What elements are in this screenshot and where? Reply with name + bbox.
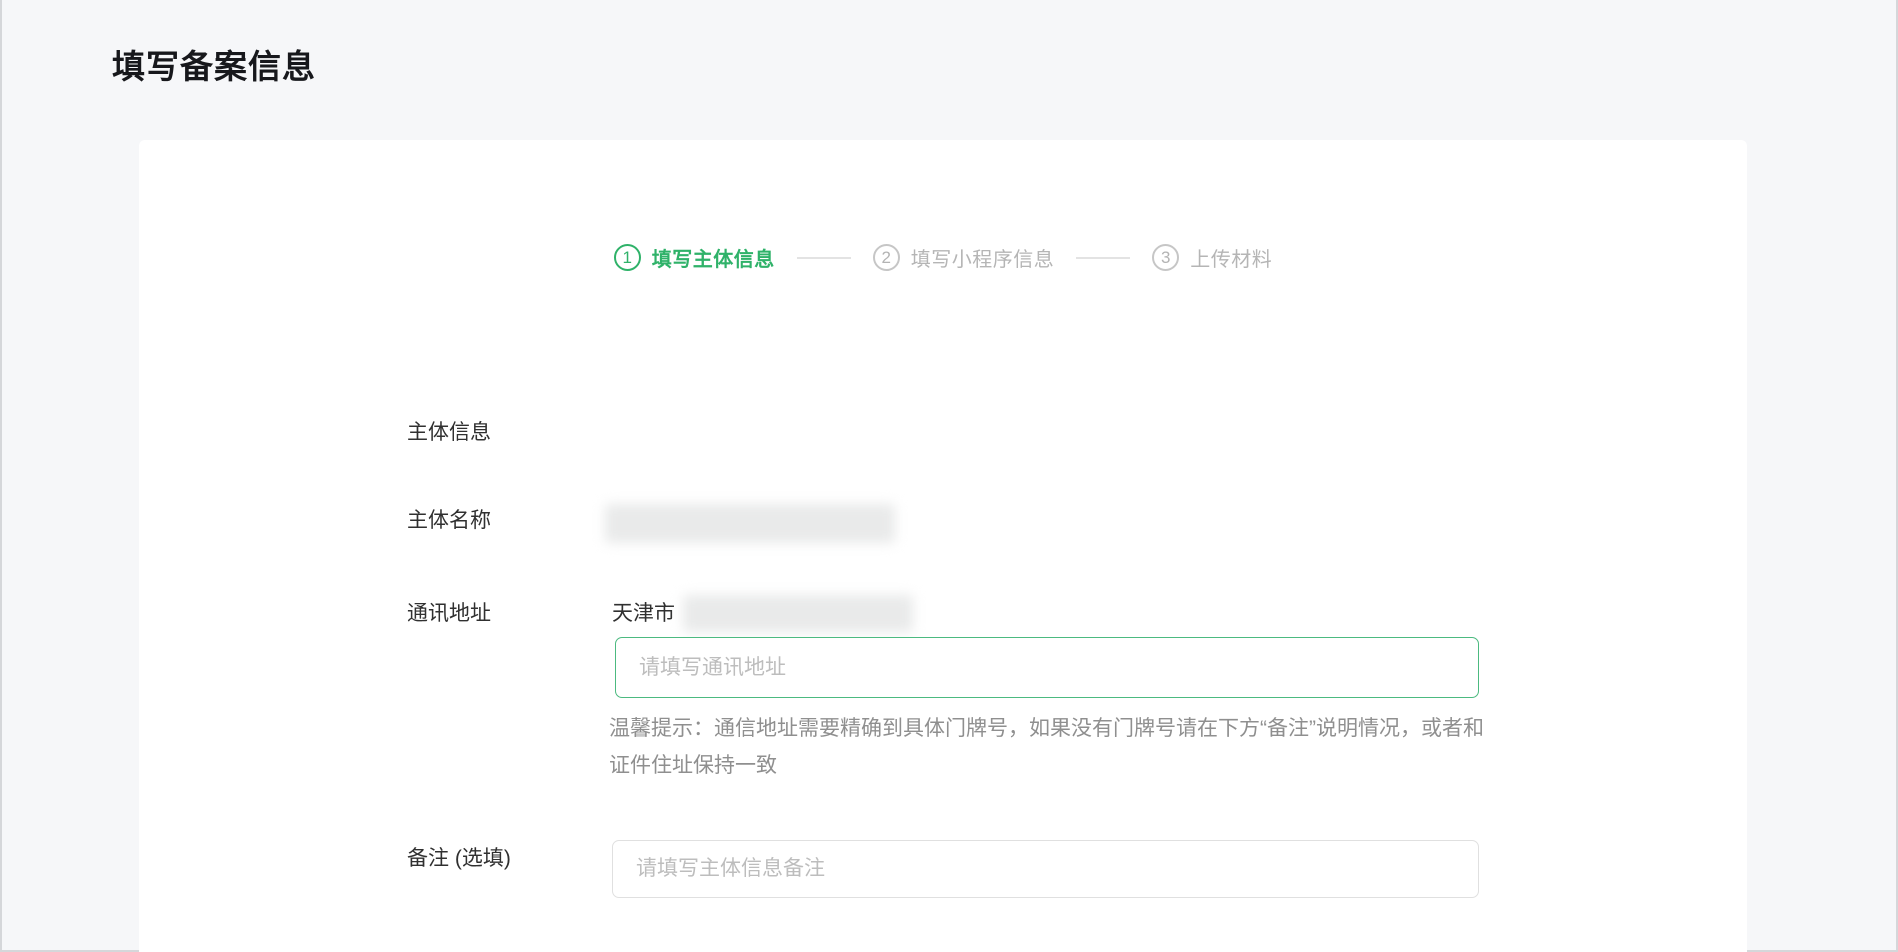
subject-name-label: 主体名称 [407, 506, 491, 536]
step-2-label: 填写小程序信息 [911, 243, 1055, 272]
step-2-number-badge: 2 [873, 244, 900, 271]
remark-label: 备注 (选填) [407, 844, 511, 874]
subject-name-redacted-value [605, 504, 895, 543]
contact-address-label: 通讯地址 [407, 599, 491, 629]
stepper: 1 填写主体信息 2 填写小程序信息 3 上传材料 [139, 243, 1747, 272]
section-title-subject-info: 主体信息 [407, 418, 491, 448]
step-1-label: 填写主体信息 [652, 243, 775, 272]
remark-input[interactable] [612, 840, 1479, 898]
step-3-upload-materials: 3 上传材料 [1152, 243, 1272, 272]
step-1-number-badge: 1 [614, 244, 641, 271]
contact-address-hint: 温馨提示：通信地址需要精确到具体门牌号，如果没有门牌号请在下方“备注”说明情况，… [609, 710, 1494, 784]
contact-address-redacted-value [683, 595, 913, 632]
filing-form-card: 1 填写主体信息 2 填写小程序信息 3 上传材料 主体信息 主体名称 通讯地址… [139, 140, 1747, 952]
contact-address-input[interactable] [615, 637, 1479, 698]
step-2-fill-miniprogram-info: 2 填写小程序信息 [873, 243, 1055, 272]
step-3-number-badge: 3 [1152, 244, 1179, 271]
step-1-fill-subject-info: 1 填写主体信息 [614, 243, 775, 272]
step-connector-2 [1076, 257, 1130, 259]
contact-address-value-prefix: 天津市 [612, 599, 675, 629]
step-connector-1 [797, 257, 851, 259]
page-title: 填写备案信息 [112, 40, 316, 88]
step-3-label: 上传材料 [1190, 243, 1272, 272]
